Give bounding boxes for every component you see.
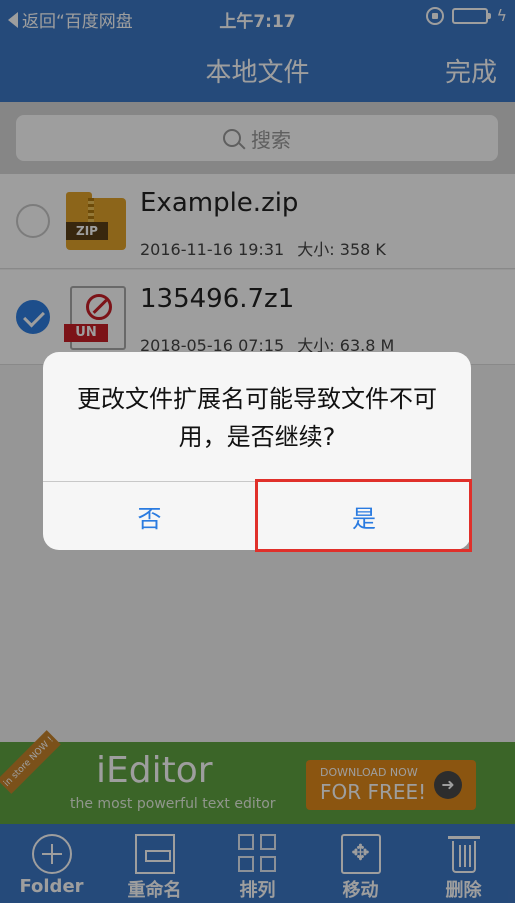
screen: 返回“百度网盘 上午7:17 ϟ 本地文件 完成 搜索 ZIP Example.… [0, 0, 515, 903]
alert-no-button[interactable]: 否 [43, 482, 256, 550]
alert-message: 更改文件扩展名可能导致文件不可用，是否继续? [77, 385, 437, 451]
yes-button-highlight-annotation [255, 479, 472, 552]
